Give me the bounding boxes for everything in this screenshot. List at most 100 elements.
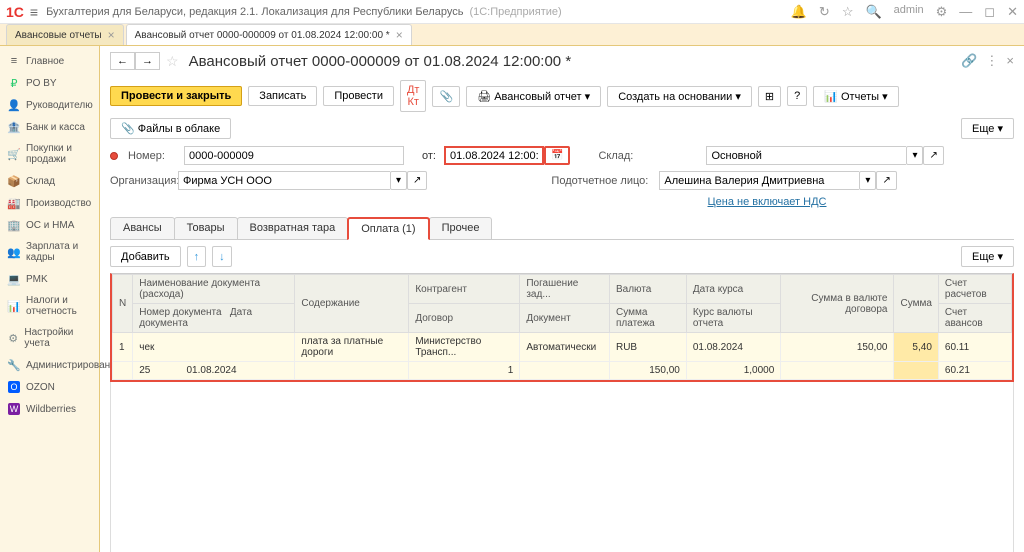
col-doc-name[interactable]: Наименование документа (расхода)	[133, 275, 295, 304]
favorite-star-icon[interactable]: ☆	[166, 53, 179, 70]
required-indicator-icon	[110, 152, 118, 160]
sidebar-item-assets[interactable]: 🏢ОС и НМА	[0, 214, 99, 236]
bell-icon[interactable]: 🔔	[791, 4, 807, 20]
sidebar-item-bank[interactable]: 🏦Банк и касса	[0, 116, 99, 138]
save-button[interactable]: Записать	[248, 86, 317, 106]
post-and-close-button[interactable]: Провести и закрыть	[110, 86, 242, 106]
tab-close-icon[interactable]: ×	[108, 28, 115, 42]
sidebar-item-sales[interactable]: 🛒Покупки и продажи	[0, 138, 99, 170]
col-document[interactable]: Документ	[520, 304, 610, 333]
help-button[interactable]: ?	[787, 86, 807, 106]
tab-advances[interactable]: Авансы	[110, 217, 175, 240]
sidebar-item-wb[interactable]: WWildberries	[0, 398, 99, 420]
col-rate-date[interactable]: Дата курса	[686, 275, 780, 304]
org-input[interactable]	[178, 171, 390, 190]
attach-button[interactable]: 📎	[432, 86, 460, 107]
date-input[interactable]	[444, 146, 544, 165]
create-based-button[interactable]: Создать на основании ▾	[607, 86, 752, 107]
org-select-button[interactable]: ▾	[390, 171, 407, 190]
post-button[interactable]: Провести	[323, 86, 394, 106]
sidebar-item-taxes[interactable]: 📊Налоги и отчетность	[0, 290, 99, 322]
app-subtitle: (1С:Предприятие)	[469, 6, 561, 18]
more-button[interactable]: Еще ▾	[961, 118, 1014, 139]
sidebar-item-poby[interactable]: ₽PO BY	[0, 72, 99, 94]
table-more-button[interactable]: Еще ▾	[961, 246, 1014, 267]
col-rate[interactable]: Курс валюты отчета	[686, 304, 780, 333]
col-acc-adv[interactable]: Счет авансов	[938, 304, 1011, 333]
tab-payment[interactable]: Оплата (1)	[347, 217, 429, 240]
wb-icon: W	[8, 403, 20, 415]
org-label: Организация:	[110, 175, 170, 187]
tab-goods[interactable]: Товары	[174, 217, 238, 240]
menu-burger-icon[interactable]: ≡	[30, 4, 38, 20]
doc-tab-list[interactable]: Авансовые отчеты ×	[6, 24, 124, 45]
doc-tab-current[interactable]: Авансовый отчет 0000-000009 от 01.08.202…	[126, 24, 412, 45]
reports-button[interactable]: 📊 Отчеты ▾	[813, 86, 898, 107]
bank-icon: 🏦	[8, 121, 20, 133]
close-window-icon[interactable]: ✕	[1007, 4, 1018, 20]
col-acc[interactable]: Счет расчетов	[938, 275, 1011, 304]
star-icon[interactable]: ☆	[842, 4, 854, 20]
col-contractor[interactable]: Контрагент	[409, 275, 520, 304]
tab-close-icon[interactable]: ×	[396, 28, 403, 42]
user-label[interactable]: admin	[894, 4, 924, 20]
print-advance-button[interactable]: 🖨 Авансовый отчет ▾	[466, 86, 601, 107]
col-doc-num[interactable]: Номер документа Дата документа	[133, 304, 295, 333]
table-row[interactable]: 25 01.08.2024 1 150,00 1,0000 60.21	[113, 362, 1012, 380]
sidebar-item-warehouse[interactable]: 📦Склад	[0, 170, 99, 192]
cloud-files-button[interactable]: 📎 Файлы в облаке	[110, 118, 231, 139]
person-input[interactable]	[659, 171, 859, 190]
sidebar-item-ozon[interactable]: OOZON	[0, 376, 99, 398]
maximize-icon[interactable]: ◻	[984, 4, 995, 20]
wrench-icon: 🔧	[8, 359, 20, 371]
gear-icon: ⚙	[8, 332, 18, 344]
sidebar-item-settings[interactable]: ⚙Настройки учета	[0, 322, 99, 354]
col-sum-contract[interactable]: Сумма в валюте договора	[781, 275, 894, 333]
col-contract[interactable]: Договор	[409, 304, 520, 333]
minimize-icon[interactable]: —	[959, 4, 972, 20]
date-label: от:	[422, 150, 436, 162]
person-select-button[interactable]: ▾	[859, 171, 876, 190]
document-title: Авансовый отчет 0000-000009 от 01.08.202…	[189, 53, 572, 70]
col-content[interactable]: Содержание	[295, 275, 409, 333]
calendar-button[interactable]: 📅	[544, 146, 570, 165]
sidebar-item-payroll[interactable]: 👥Зарплата и кадры	[0, 236, 99, 268]
structure-button[interactable]: ⊞	[758, 86, 781, 107]
col-payment-sum[interactable]: Сумма платежа	[609, 304, 686, 333]
tab-returnable[interactable]: Возвратная тара	[237, 217, 349, 240]
col-currency[interactable]: Валюта	[609, 275, 686, 304]
settings-icon[interactable]: ⚙	[936, 4, 948, 20]
doc-tab-label: Авансовый отчет 0000-000009 от 01.08.202…	[135, 30, 390, 41]
move-down-button[interactable]: ↓	[212, 246, 232, 267]
move-up-button[interactable]: ↑	[187, 246, 207, 267]
warehouse-open-button[interactable]: ↗	[923, 146, 943, 165]
chart-icon: 📊	[8, 300, 20, 312]
warehouse-select-button[interactable]: ▾	[906, 146, 923, 165]
col-settlement[interactable]: Погашение зад...	[520, 275, 610, 304]
col-sum[interactable]: Сумма	[894, 275, 938, 333]
nav-forward-button[interactable]: →	[135, 52, 160, 70]
sidebar-item-production[interactable]: 🏭Производство	[0, 192, 99, 214]
number-input[interactable]	[184, 146, 404, 165]
kebab-icon[interactable]: ⋮	[985, 53, 998, 69]
history-icon[interactable]: ↻	[819, 4, 830, 20]
search-icon[interactable]: 🔍	[865, 4, 881, 20]
price-nds-link[interactable]: Цена не включает НДС	[708, 196, 827, 208]
link-icon[interactable]: 🔗	[961, 53, 977, 69]
tab-other[interactable]: Прочее	[429, 217, 493, 240]
sidebar-item-manager[interactable]: 👤Руководителю	[0, 94, 99, 116]
close-doc-icon[interactable]: ×	[1006, 53, 1014, 69]
table-row[interactable]: 1 чек плата за платные дороги Министерст…	[113, 333, 1012, 362]
sidebar-item-admin[interactable]: 🔧Администрирование	[0, 354, 99, 376]
col-n[interactable]: N	[113, 275, 133, 333]
dt-ct-button[interactable]: ДтКт	[400, 80, 427, 112]
warehouse-input[interactable]	[706, 146, 906, 165]
add-row-button[interactable]: Добавить	[110, 246, 181, 267]
person-open-button[interactable]: ↗	[876, 171, 896, 190]
ruble-icon: ₽	[8, 77, 20, 89]
sidebar-item-main[interactable]: ≡Главное	[0, 50, 99, 72]
sidebar-item-pmk[interactable]: 💻PMK	[0, 268, 99, 290]
org-open-button[interactable]: ↗	[407, 171, 427, 190]
home-icon: ≡	[8, 55, 20, 67]
nav-back-button[interactable]: ←	[110, 52, 135, 70]
